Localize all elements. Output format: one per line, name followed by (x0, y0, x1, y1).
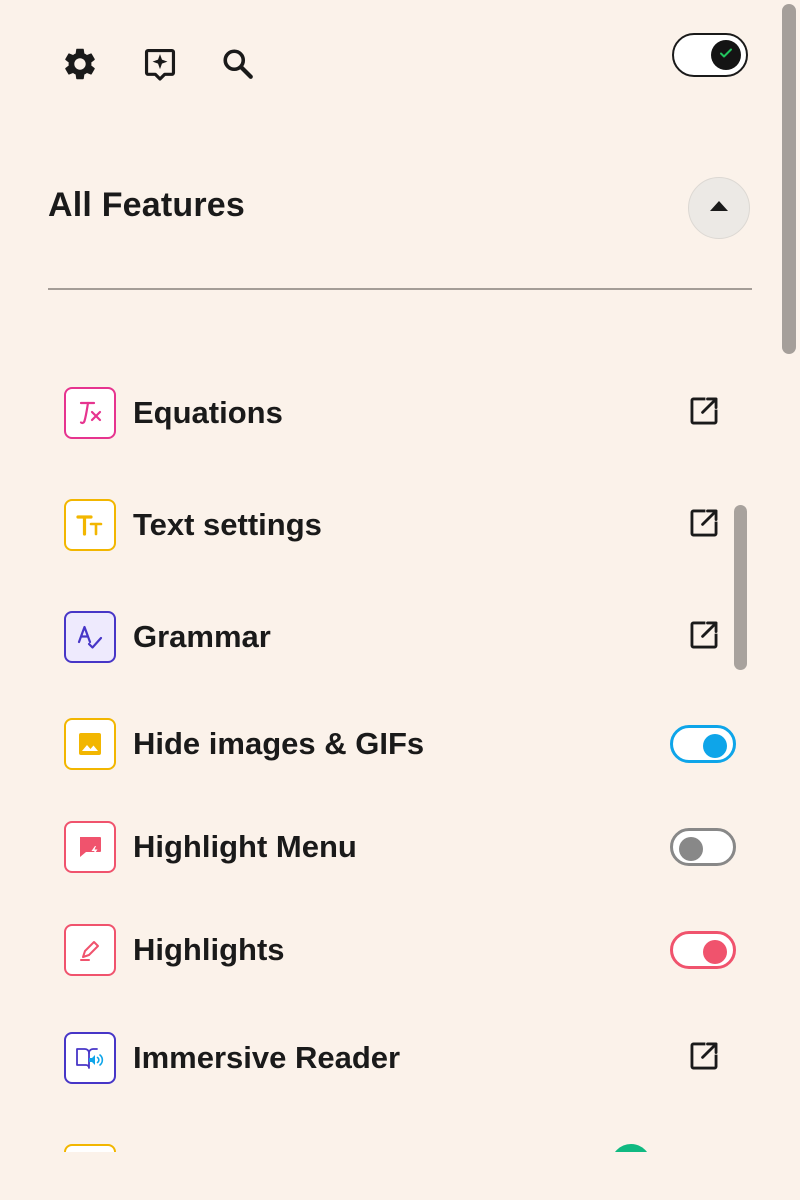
external-link-icon (687, 394, 721, 433)
feature-label: Highlights (133, 932, 285, 967)
toggle-dot (703, 940, 727, 964)
feature-label: Grammar (133, 619, 271, 654)
top-toolbar (0, 0, 800, 130)
feature-row-highlight-menu[interactable]: Highlight Menu (0, 807, 760, 887)
feature-row-partial[interactable] (0, 1130, 760, 1152)
feature-icon (64, 1144, 116, 1152)
gear-icon (61, 45, 99, 83)
section-divider (48, 288, 752, 290)
collapse-button[interactable] (688, 177, 750, 239)
search-icon (220, 46, 256, 82)
feature-row-immersive-reader[interactable]: Immersive Reader (0, 1018, 760, 1098)
highlighter-icon (64, 924, 116, 976)
image-icon (64, 718, 116, 770)
feature-row-equations[interactable]: Equations (0, 373, 760, 453)
feature-label: Hide images & GIFs (133, 726, 425, 761)
settings-button[interactable] (58, 42, 102, 86)
external-link-button[interactable] (686, 1040, 722, 1076)
external-link-icon (687, 1039, 721, 1078)
toggle-dot[interactable] (611, 1144, 651, 1152)
caret-up-icon (709, 199, 729, 217)
feature-label: Equations (133, 395, 283, 430)
list-scrollbar[interactable] (734, 505, 747, 670)
highlight-menu-toggle[interactable] (670, 828, 736, 866)
search-button[interactable] (216, 42, 260, 86)
highlights-toggle[interactable] (670, 931, 736, 969)
external-link-button[interactable] (686, 619, 722, 655)
check-icon (718, 45, 734, 66)
external-link-icon (687, 618, 721, 657)
feature-row-highlights[interactable]: Highlights (0, 910, 760, 990)
master-toggle[interactable] (672, 33, 748, 77)
external-link-button[interactable] (686, 507, 722, 543)
toggle-dot (703, 734, 727, 758)
text-size-icon (64, 499, 116, 551)
equation-icon (64, 387, 116, 439)
feature-label: Immersive Reader (133, 1040, 401, 1075)
section-title: All Features (48, 186, 246, 224)
immersive-reader-icon (64, 1032, 116, 1084)
grammar-check-icon (64, 611, 116, 663)
feature-row-grammar[interactable]: Grammar (0, 597, 760, 677)
feature-list: Equations Text settings Grammar Hide ima… (0, 330, 760, 1152)
external-link-icon (687, 506, 721, 545)
sparkle-icon (141, 45, 179, 83)
ai-assist-button[interactable] (138, 42, 182, 86)
panel-scrollbar[interactable] (782, 4, 796, 354)
feature-row-text-settings[interactable]: Text settings (0, 485, 760, 565)
feature-row-hide-images[interactable]: Hide images & GIFs (0, 704, 760, 784)
feature-label: Text settings (133, 507, 322, 542)
external-link-button[interactable] (686, 395, 722, 431)
highlight-menu-icon (64, 821, 116, 873)
panel: All Features Equations Text settings Gra… (0, 0, 800, 1200)
toggle-dot (679, 837, 703, 861)
feature-label: Highlight Menu (133, 829, 357, 864)
toggle-knob (711, 40, 741, 70)
hide-images-toggle[interactable] (670, 725, 736, 763)
